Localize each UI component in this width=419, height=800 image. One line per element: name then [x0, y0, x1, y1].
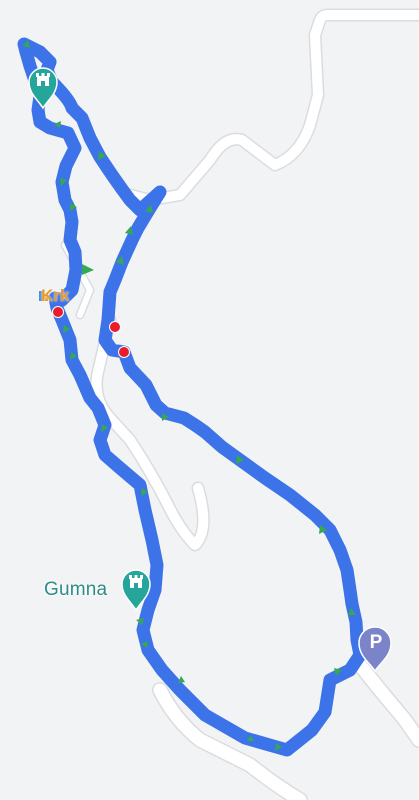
road-layer — [60, 8, 419, 800]
stop-marker — [52, 306, 64, 318]
stop-marker — [109, 321, 121, 333]
castle-icon — [36, 73, 50, 86]
turn-marker — [82, 264, 94, 275]
gumna-label[interactable]: Gumna — [44, 579, 107, 601]
route-north-loop — [17, 37, 367, 757]
castle-icon — [129, 575, 143, 588]
road-north — [123, 8, 419, 207]
krk-label[interactable]: Krk — [41, 286, 69, 306]
map-canvas[interactable] — [0, 0, 419, 800]
route-line — [17, 37, 367, 757]
stop-marker — [118, 346, 130, 358]
parking-icon: P — [369, 632, 383, 653]
